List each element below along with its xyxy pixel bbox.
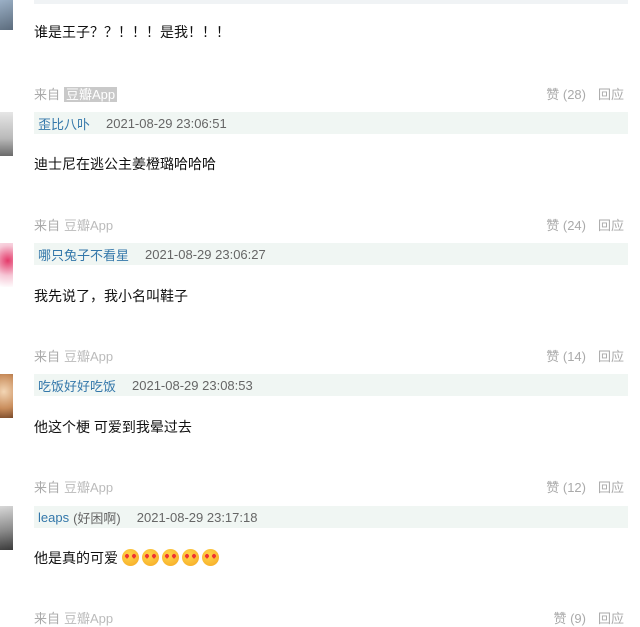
avatar[interactable]	[0, 243, 13, 287]
reply-button[interactable]: 回应	[598, 218, 624, 233]
comment-actions: 赞 (28) 回应	[546, 84, 624, 103]
comment-source: 来自 豆瓣App	[34, 215, 113, 234]
comment-text: 他这个梗 可爱到我晕过去	[34, 419, 192, 435]
comment-source: 来自 豆瓣App	[34, 84, 118, 103]
previous-comment-bar	[34, 0, 628, 4]
comment-author-bar: 歪比八卟 2021-08-29 23:06:51	[34, 112, 628, 134]
source-app-link[interactable]: 豆瓣App	[64, 87, 118, 102]
avatar[interactable]	[0, 112, 13, 156]
comment-text-body: 他是真的可爱	[34, 550, 118, 566]
reply-button[interactable]: 回应	[598, 349, 624, 364]
comment-text: 谁是王子？？！！！是我！！！	[34, 24, 230, 40]
heart-eyes-emoji-icon	[181, 549, 199, 566]
heart-eyes-emoji-icon	[161, 549, 179, 566]
comment-source: 来自 豆瓣App	[34, 608, 113, 627]
source-prefix: 来自	[34, 218, 61, 233]
comment-timestamp: 2021-08-29 23:17:18	[136, 509, 258, 525]
reply-button[interactable]: 回应	[598, 87, 624, 102]
comment-actions: 赞 (24) 回应	[546, 215, 624, 234]
vote-button[interactable]: 赞 (14)	[546, 349, 586, 364]
reply-button[interactable]: 回应	[598, 480, 624, 495]
comment-actions: 赞 (14) 回应	[546, 346, 624, 365]
comment-source: 来自 豆瓣App	[34, 477, 113, 496]
author-name-link[interactable]: 歪比八卟	[38, 114, 90, 133]
comment-author-bar: 哪只兔子不看星 2021-08-29 23:06:27	[34, 243, 628, 265]
vote-button[interactable]: 赞 (9)	[553, 611, 586, 626]
comment-text: 迪士尼在逃公主姜橙璐哈哈哈	[34, 156, 216, 172]
comment-actions: 赞 (9) 回应	[553, 608, 624, 627]
author-signature: (好困啊)	[73, 510, 121, 526]
avatar[interactable]	[0, 0, 13, 30]
comment-text: 我先说了，我小名叫鞋子	[34, 288, 188, 304]
source-prefix: 来自	[34, 480, 61, 495]
vote-button[interactable]: 赞 (24)	[546, 218, 586, 233]
heart-eyes-emoji-icon	[121, 549, 139, 566]
comment-meta: 来自 豆瓣App 赞 (9) 回应	[34, 608, 624, 626]
source-app-link[interactable]: 豆瓣App	[64, 611, 113, 626]
comment-timestamp: 2021-08-29 23:06:51	[106, 115, 227, 131]
comment-timestamp: 2021-08-29 23:06:27	[145, 246, 266, 262]
avatar[interactable]	[0, 506, 13, 550]
comment-source: 来自 豆瓣App	[34, 346, 113, 365]
comment-actions: 赞 (12) 回应	[546, 477, 624, 496]
vote-button[interactable]: 赞 (28)	[546, 87, 586, 102]
heart-eyes-emoji-icon	[201, 549, 219, 566]
source-prefix: 来自	[34, 87, 61, 102]
comment-meta: 来自 豆瓣App 赞 (14) 回应	[34, 346, 624, 364]
comment-text: 他是真的可爱	[34, 548, 222, 568]
vote-button[interactable]: 赞 (12)	[546, 480, 586, 495]
heart-eyes-emoji-icon	[141, 549, 159, 566]
source-prefix: 来自	[34, 349, 61, 364]
comment-author-bar: leaps (好困啊) 2021-08-29 23:17:18	[34, 506, 628, 528]
comment-meta: 来自 豆瓣App 赞 (12) 回应	[34, 477, 624, 495]
comment-author-bar: 吃饭好好吃饭 2021-08-29 23:08:53	[34, 374, 628, 396]
source-app-link[interactable]: 豆瓣App	[64, 480, 113, 495]
comment-timestamp: 2021-08-29 23:08:53	[132, 377, 253, 393]
reply-button[interactable]: 回应	[598, 611, 624, 626]
comment-meta: 来自 豆瓣App 赞 (28) 回应	[34, 84, 624, 102]
comment-meta: 来自 豆瓣App 赞 (24) 回应	[34, 215, 624, 233]
avatar[interactable]	[0, 374, 13, 418]
source-app-link[interactable]: 豆瓣App	[64, 218, 113, 233]
author-name-link[interactable]: 哪只兔子不看星	[38, 245, 129, 264]
author-name-link[interactable]: leaps	[38, 510, 69, 525]
source-prefix: 来自	[34, 611, 61, 626]
source-app-link[interactable]: 豆瓣App	[64, 349, 113, 364]
author-name-link[interactable]: 吃饭好好吃饭	[38, 376, 116, 395]
